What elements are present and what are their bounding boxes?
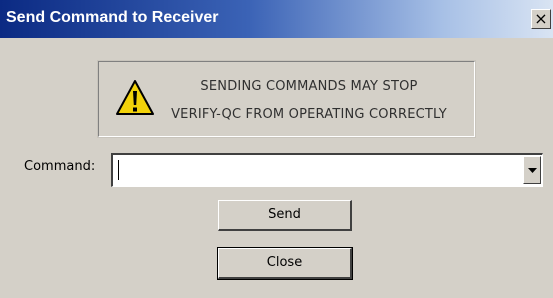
close-window-button[interactable]: × <box>531 9 551 29</box>
warning-text-line-2: VERIFY-QC FROM OPERATING CORRECTLY <box>171 107 447 122</box>
chevron-down-icon <box>528 168 537 173</box>
command-input[interactable] <box>117 159 515 181</box>
send-button[interactable]: Send <box>218 200 352 231</box>
text-caret <box>118 160 119 180</box>
title-bar[interactable]: Send Command to Receiver × <box>0 0 553 38</box>
send-command-dialog: Send Command to Receiver × SENDING COMMA… <box>0 0 553 298</box>
close-icon: × <box>534 9 548 28</box>
command-dropdown-button[interactable] <box>523 156 541 184</box>
command-label: Command: <box>24 159 96 174</box>
close-button[interactable]: Close <box>217 247 353 280</box>
warning-text-line-1: SENDING COMMANDS MAY STOP <box>200 79 418 94</box>
window-title: Send Command to Receiver <box>6 9 219 26</box>
command-combobox[interactable] <box>111 153 543 187</box>
warning-panel: SENDING COMMANDS MAY STOP VERIFY-QC FROM… <box>97 60 476 138</box>
